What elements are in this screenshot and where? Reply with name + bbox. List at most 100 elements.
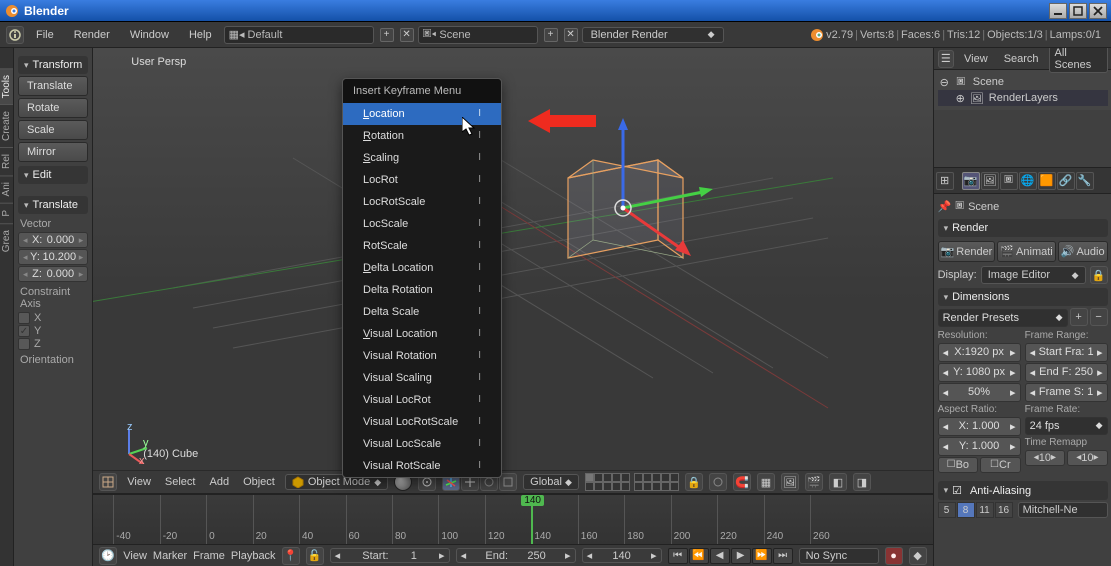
- sync-selector[interactable]: No Sync: [799, 548, 879, 564]
- marker-icon[interactable]: 📍: [282, 547, 300, 565]
- editor-type-timeline-icon[interactable]: 🕑: [99, 547, 117, 565]
- translate-button[interactable]: Translate: [18, 76, 88, 96]
- auto-key-icon[interactable]: ●: [885, 547, 903, 565]
- screen-layout-selector[interactable]: ▦◂ Default: [224, 26, 374, 44]
- pin-icon[interactable]: 📌: [938, 200, 952, 213]
- panel-transform-header[interactable]: Transform: [18, 56, 88, 74]
- viewport-menu-view[interactable]: View: [123, 474, 155, 490]
- prop-tab-constraint[interactable]: 🔗: [1057, 172, 1075, 190]
- lock-ui-icon[interactable]: 🔒: [1090, 266, 1108, 284]
- manipulator-scale-icon[interactable]: [499, 473, 517, 491]
- tab-animation[interactable]: Ani: [0, 175, 13, 202]
- current-frame-field[interactable]: ◂140▸: [582, 548, 662, 563]
- lock-range-icon[interactable]: 🔓: [306, 547, 324, 565]
- keyframe-menu-item[interactable]: RotScaleI: [343, 235, 501, 257]
- keyframe-menu-item[interactable]: LocRotScaleI: [343, 191, 501, 213]
- prev-key-button[interactable]: ⏪: [689, 548, 709, 564]
- editor-type-properties-icon[interactable]: ⊞: [936, 172, 954, 190]
- vector-y-field[interactable]: Y:10.200: [18, 249, 88, 265]
- outliner-search-menu[interactable]: Search: [998, 51, 1045, 67]
- editor-type-outliner-icon[interactable]: ☰: [938, 50, 954, 68]
- resolution-x-field[interactable]: ◂X:1920 px▸: [938, 343, 1021, 362]
- scene-selector[interactable]: 🞖◂ Scene: [418, 26, 538, 44]
- outliner-scene-row[interactable]: ⊖🞖Scene: [938, 74, 1108, 90]
- keyframe-menu-item[interactable]: LocRotI: [343, 169, 501, 191]
- keyframe-menu-item[interactable]: LocScaleI: [343, 213, 501, 235]
- menu-help[interactable]: Help: [181, 27, 220, 43]
- jump-start-button[interactable]: ⏮: [668, 548, 688, 564]
- keyframe-menu-item[interactable]: Delta ScaleI: [343, 301, 501, 323]
- prop-tab-world[interactable]: 🌐: [1019, 172, 1037, 190]
- mirror-button[interactable]: Mirror: [18, 142, 88, 162]
- render-anim-preview-icon[interactable]: 🎬: [805, 473, 823, 491]
- maximize-button[interactable]: [1069, 3, 1087, 19]
- scene-remove-button[interactable]: ✕: [564, 28, 578, 42]
- vector-z-field[interactable]: Z:0.000: [18, 266, 88, 282]
- menu-window[interactable]: Window: [122, 27, 177, 43]
- overlap2-icon[interactable]: ◨: [853, 473, 871, 491]
- keyframe-menu-item[interactable]: Visual LocRotI: [343, 389, 501, 411]
- render-engine-selector[interactable]: Blender Render◆: [582, 27, 724, 43]
- tab-create[interactable]: Create: [0, 104, 13, 147]
- display-mode-selector[interactable]: Image Editor◆: [981, 266, 1086, 284]
- frame-step-field[interactable]: ◂Frame S: 1▸: [1025, 383, 1108, 402]
- prop-tab-object[interactable]: 🟧: [1038, 172, 1056, 190]
- constraint-z-checkbox[interactable]: [18, 338, 30, 350]
- border-check[interactable]: ☐ Bo: [938, 457, 979, 473]
- editor-type-info-icon[interactable]: [6, 26, 24, 44]
- keyframe-menu-item[interactable]: Visual LocScaleI: [343, 433, 501, 455]
- aa-sample-8[interactable]: 8: [957, 502, 975, 518]
- prop-tab-render[interactable]: 📷: [962, 172, 980, 190]
- crop-check[interactable]: ☐ Cr: [980, 457, 1021, 473]
- menu-render[interactable]: Render: [66, 27, 118, 43]
- vector-x-field[interactable]: X:0.000: [18, 232, 88, 248]
- keyframe-menu-item[interactable]: Visual LocRotScaleI: [343, 411, 501, 433]
- outliner-renderlayers-row[interactable]: ⊕🖼RenderLayers: [938, 90, 1108, 106]
- keyframe-menu-item[interactable]: Delta RotationI: [343, 279, 501, 301]
- aa-sample-11[interactable]: 11: [976, 502, 994, 518]
- key-type-icon[interactable]: ◆: [909, 547, 927, 565]
- viewport-menu-select[interactable]: Select: [161, 474, 200, 490]
- render-presets-selector[interactable]: Render Presets◆: [938, 309, 1068, 327]
- remap-old-field[interactable]: ◂ 10 ▸: [1025, 450, 1066, 466]
- layout-remove-button[interactable]: ✕: [400, 28, 414, 42]
- keyframe-menu-item[interactable]: Visual RotScaleI: [343, 455, 501, 477]
- resolution-pct-field[interactable]: ◂50%▸: [938, 383, 1021, 402]
- fps-selector[interactable]: 24 fps◆: [1025, 417, 1108, 435]
- preset-remove-button[interactable]: −: [1090, 308, 1108, 326]
- panel-translate-op-header[interactable]: Translate: [18, 196, 88, 214]
- editor-type-3dview-icon[interactable]: [99, 473, 117, 491]
- timeline-menu-playback[interactable]: Playback: [231, 550, 276, 562]
- rotate-button[interactable]: Rotate: [18, 98, 88, 118]
- keyframe-menu-item[interactable]: Visual ScalingI: [343, 367, 501, 389]
- snap-icon[interactable]: 🧲: [733, 473, 751, 491]
- end-frame-field[interactable]: ◂End:250▸: [456, 548, 576, 563]
- snap-target-icon[interactable]: ▦: [757, 473, 775, 491]
- outliner-scope-selector[interactable]: All Scenes: [1049, 45, 1108, 73]
- tab-physics[interactable]: P: [0, 203, 13, 223]
- lock-camera-icon[interactable]: 🔒: [685, 473, 703, 491]
- prop-tab-renderlayers[interactable]: 🖼: [981, 172, 999, 190]
- scene-add-button[interactable]: +: [544, 28, 558, 42]
- jump-end-button[interactable]: ⏭: [773, 548, 793, 564]
- panel-render-header[interactable]: Render: [938, 219, 1108, 237]
- overlap-icon[interactable]: ◧: [829, 473, 847, 491]
- menu-file[interactable]: File: [28, 27, 62, 43]
- viewport-menu-add[interactable]: Add: [205, 474, 233, 490]
- resolution-y-field[interactable]: ◂Y: 1080 px▸: [938, 363, 1021, 382]
- preset-add-button[interactable]: +: [1070, 308, 1088, 326]
- constraint-y-checkbox[interactable]: [18, 325, 30, 337]
- tab-relations[interactable]: Rel: [0, 147, 13, 175]
- minimize-button[interactable]: [1049, 3, 1067, 19]
- layout-add-button[interactable]: +: [380, 28, 394, 42]
- proportional-edit-icon[interactable]: [709, 473, 727, 491]
- panel-dimensions-header[interactable]: Dimensions: [938, 288, 1108, 306]
- remap-new-field[interactable]: ◂ 10 ▸: [1067, 450, 1108, 466]
- play-reverse-button[interactable]: ◀: [710, 548, 730, 564]
- timeline-menu-frame[interactable]: Frame: [193, 550, 225, 562]
- aspect-y-field[interactable]: ◂Y: 1.000▸: [938, 437, 1021, 456]
- timeline-menu-view[interactable]: View: [123, 550, 147, 562]
- viewport-menu-object[interactable]: Object: [239, 474, 279, 490]
- keyframe-menu-item[interactable]: Visual LocationI: [343, 323, 501, 345]
- keyframe-menu-item[interactable]: ScalingI: [343, 147, 501, 169]
